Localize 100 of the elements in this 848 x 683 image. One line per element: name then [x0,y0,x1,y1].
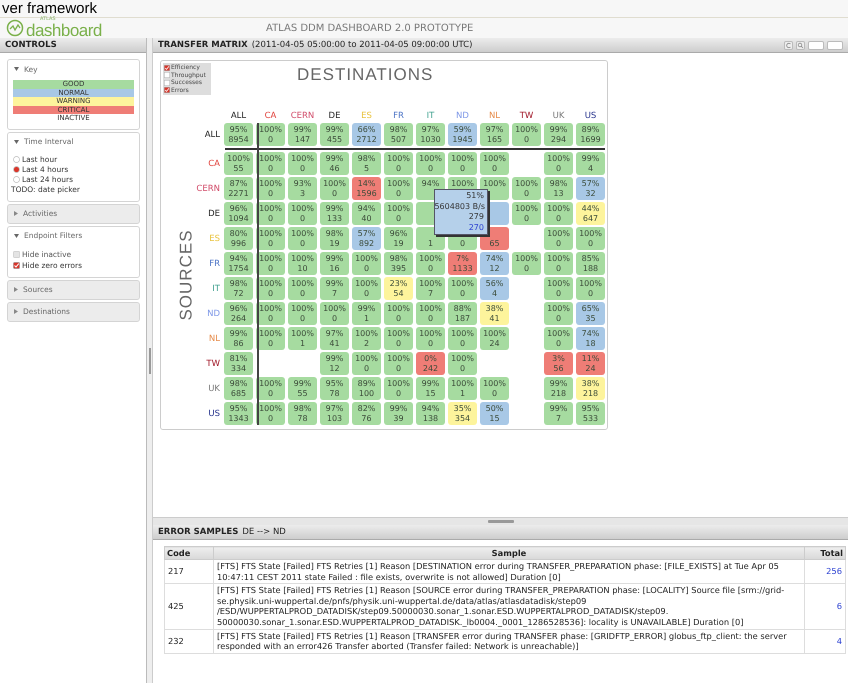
column-label[interactable]: TW [512,105,541,121]
matrix-cell[interactable]: 100% 0 [480,152,509,175]
matrix-cell[interactable]: 98% 78 [288,402,317,425]
column-label[interactable]: ALL [224,105,253,121]
total-link[interactable]: 6 [836,601,842,612]
matrix-cell[interactable]: 74% 12 [480,252,509,275]
matrix-cell[interactable]: 100% 0 [416,252,445,275]
matrix-cell[interactable]: 38% 41 [480,302,509,325]
matrix-cell[interactable]: 100% 0 [320,302,349,325]
matrix-cell[interactable]: 100% 0 [256,327,285,350]
matrix-cell[interactable]: 89% 100 [352,377,381,400]
matrix-cell[interactable]: 100% 7 [416,277,445,300]
matrix-cell[interactable]: 100% 0 [256,152,285,175]
matrix-cell[interactable]: 95% 1343 [224,402,253,425]
matrix-cell[interactable]: 65% 35 [576,302,605,325]
matrix-cell[interactable]: 99% 133 [320,202,349,225]
matrix-cell[interactable]: 3% 56 [544,352,573,375]
matrix-cell[interactable]: 100% 0 [256,402,285,425]
matrix-cell[interactable]: 98% 19 [320,227,349,250]
matrix-cell[interactable]: 100% 0 [448,352,477,375]
matrix-cell[interactable]: 100% 0 [256,227,285,250]
matrix-cell[interactable]: 57% 32 [576,177,605,200]
matrix-cell[interactable]: 80% 996 [224,227,253,250]
matrix-cell[interactable]: 97% 165 [480,123,509,146]
matrix-cell[interactable]: 98% 395 [384,252,413,275]
column-label[interactable]: CA [256,105,285,121]
matrix-cell[interactable]: 99% 39 [384,402,413,425]
matrix-cell[interactable]: 100% 0 [384,302,413,325]
matrix-cell[interactable]: 38% 218 [576,377,605,400]
matrix-cell[interactable]: 95% 78 [320,377,349,400]
matrix-cell[interactable]: 94% 1754 [224,252,253,275]
matrix-cell[interactable]: 100% 0 [480,377,509,400]
matrix-cell[interactable]: 56% 4 [480,277,509,300]
matrix-cell[interactable]: 95% 533 [576,402,605,425]
matrix-cell[interactable]: 100% 0 [512,202,541,225]
matrix-cell[interactable]: 0% 242 [416,352,445,375]
column-label[interactable]: UK [544,105,573,121]
matrix-cell[interactable]: 99% 147 [288,123,317,146]
checkbox[interactable] [164,64,170,71]
matrix-cell[interactable]: 100% 0 [384,352,413,375]
matrix-cell[interactable]: 100% 1 [288,327,317,350]
splitter-handle[interactable] [148,348,150,374]
matrix-cell[interactable]: 44% 647 [576,202,605,225]
matrix-cell[interactable]: 89% 1699 [576,123,605,146]
matrix-cell[interactable]: 100% 0 [288,277,317,300]
matrix-cell[interactable]: 98% 507 [384,123,413,146]
column-label[interactable]: CERN [288,105,317,121]
matrix-cell[interactable]: 100% 0 [448,152,477,175]
matrix-cell[interactable]: 100% 55 [224,152,253,175]
matrix-cell[interactable]: 100% 0 [256,277,285,300]
column-label[interactable]: FR [384,105,413,121]
matrix-cell[interactable]: 81% 334 [224,352,253,375]
radio-button[interactable] [13,166,20,173]
matrix-cell[interactable]: 96% 19 [384,227,413,250]
matrix-cell[interactable]: 100% 0 [288,202,317,225]
matrix-cell[interactable]: 99% 15 [416,377,445,400]
matrix-cell[interactable]: 98% 685 [224,377,253,400]
matrix-cell[interactable]: 59% 1945 [448,123,477,146]
total-link[interactable]: 256 [826,566,842,576]
matrix-cell[interactable]: 35% 354 [448,402,477,425]
matrix-cell[interactable]: 100% 0 [256,177,285,200]
matrix-cell[interactable]: 94% 40 [352,202,381,225]
matrix-cell[interactable]: 99% 455 [320,123,349,146]
row-label[interactable]: UK [189,377,221,400]
matrix-cell[interactable]: 100% 0 [256,252,285,275]
row-label[interactable]: ALL [189,123,221,146]
matrix-cell[interactable]: 100% 24 [480,327,509,350]
matrix-cell[interactable]: 99% 7 [320,277,349,300]
matrix-cell[interactable]: 99% 55 [288,377,317,400]
matrix-cell[interactable]: 96% 1094 [224,202,253,225]
column-label[interactable]: DE [320,105,349,121]
matrix-cell[interactable]: 99% 294 [544,123,573,146]
matrix-cell[interactable]: 100% 1 [448,377,477,400]
checkbox[interactable] [164,80,170,86]
matrix-cell[interactable]: 100% 0 [544,277,573,300]
matrix-cell[interactable]: 99% 7 [544,402,573,425]
total-link[interactable]: 4 [836,636,842,646]
matrix-cell[interactable]: 100% 0 [352,277,381,300]
row-label[interactable]: DE [189,202,221,225]
matrix-cell[interactable]: 100% 0 [576,277,605,300]
toolbar-button[interactable] [827,40,843,50]
matrix-cell[interactable]: 100% 0 [384,327,413,350]
row-label[interactable]: CERN [189,177,221,200]
matrix-cell[interactable]: 88% 187 [448,302,477,325]
column-label[interactable]: IT [416,105,445,121]
matrix-cell[interactable]: 99% 86 [224,327,253,350]
matrix-cell[interactable]: 100% 0 [256,377,285,400]
matrix-cell[interactable]: 100% 0 [288,302,317,325]
matrix-cell[interactable]: 100% 0 [416,152,445,175]
matrix-cell[interactable]: 100% 0 [416,327,445,350]
matrix-cell[interactable]: 100% 0 [256,123,285,146]
matrix-cell[interactable]: 100% 0 [544,252,573,275]
column-label[interactable]: US [576,105,605,121]
checkbox[interactable] [13,262,20,269]
matrix-cell[interactable]: 100% 0 [256,302,285,325]
matrix-cell[interactable]: 100% 0 [384,377,413,400]
radio-button[interactable] [13,156,20,163]
matrix-cell[interactable]: 100% 0 [448,277,477,300]
toolbar-button[interactable] [808,40,824,50]
matrix-cell[interactable]: 7% 1133 [448,252,477,275]
